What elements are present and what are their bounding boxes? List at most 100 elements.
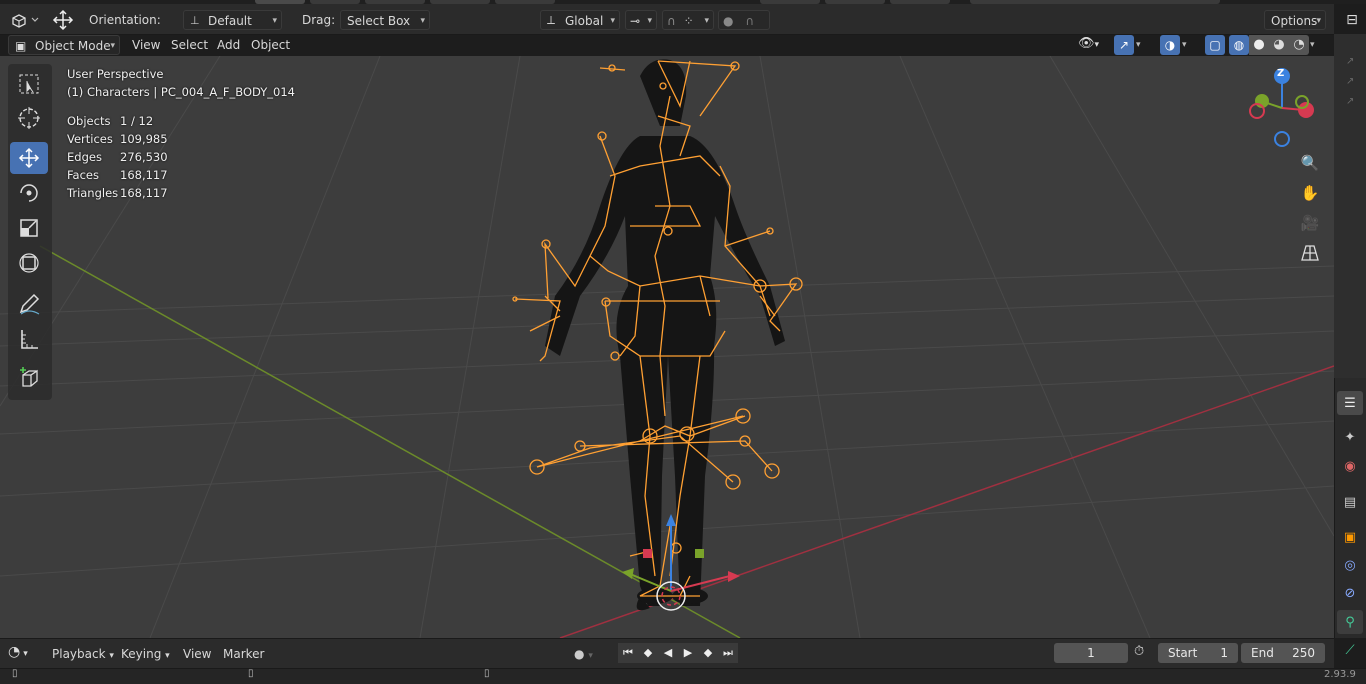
start-frame-field[interactable]: Start 1 — [1158, 643, 1238, 663]
properties-tab-tool[interactable]: ☰ — [1337, 391, 1363, 415]
options-dropdown[interactable]: Options ▾ — [1264, 10, 1326, 30]
menu-add[interactable]: Add — [211, 35, 246, 55]
move-arrows-icon — [52, 9, 74, 31]
proportional-editing-group[interactable]: ● ∩ — [718, 10, 770, 30]
properties-tab-world[interactable]: ◉ — [1337, 454, 1363, 478]
properties-editor-type-icon[interactable]: ⊟ — [1340, 8, 1364, 32]
tool-transform[interactable] — [10, 247, 48, 279]
editor-type-button[interactable] — [8, 10, 40, 30]
properties-tab-constraints[interactable]: ⊘ — [1337, 581, 1363, 605]
prev-keyframe-button[interactable]: ◆ — [638, 643, 658, 663]
scene-selector[interactable] — [970, 0, 1220, 4]
pivot-point-dropdown[interactable]: ⊸ ▾ — [625, 10, 657, 30]
end-frame-field[interactable]: End 250 — [1241, 643, 1325, 663]
end-frame-label: End — [1251, 646, 1274, 660]
properties-tab-armature[interactable]: ⚲ — [1337, 610, 1363, 634]
prev-keyframe-icon: ◆ — [643, 646, 653, 659]
chevron-down-icon: ▾ — [272, 16, 277, 26]
workspace-tab[interactable] — [825, 0, 885, 4]
properties-tab-physics[interactable]: ◎ — [1337, 553, 1363, 577]
tool-move[interactable] — [10, 142, 48, 174]
shading-dropdown[interactable]: ▾ — [1310, 36, 1324, 54]
tool-measure[interactable] — [10, 323, 48, 355]
gizmo-toggle-button[interactable]: ↗ — [1114, 35, 1134, 55]
play-reverse-button[interactable]: ◀ — [658, 643, 678, 663]
snap-dropdown[interactable]: ∩ ⁘ ▾ — [662, 10, 714, 30]
workspace-tab[interactable] — [365, 0, 425, 4]
pan-view-button[interactable]: ✋ — [1296, 179, 1324, 207]
shading-solid-button[interactable]: ● — [1249, 35, 1269, 55]
overlays-toggle-button[interactable]: ◑ — [1160, 35, 1180, 55]
properties-tab-render[interactable]: ✦ — [1337, 425, 1363, 449]
xray-toggle-button[interactable]: ▢ — [1205, 35, 1225, 55]
timeline-editor-type-button[interactable]: ◔ ▾ — [8, 644, 40, 664]
timeline-menu-keying[interactable]: Keying ▾ — [115, 644, 176, 664]
stat-vertices-value: 109,985 — [120, 132, 168, 146]
render-icon: ✦ — [1344, 429, 1356, 445]
properties-tab-object[interactable]: ▣ — [1337, 525, 1363, 549]
zoom-magnifier-icon: 🔍 — [1300, 154, 1320, 172]
properties-tab-collection[interactable]: ▤ — [1337, 490, 1363, 514]
rotate-icon — [20, 184, 38, 202]
workspace-tab[interactable] — [310, 0, 360, 4]
3d-viewport[interactable] — [0, 56, 1334, 638]
next-keyframe-button[interactable]: ◆ — [698, 643, 718, 663]
mouse-middle-icon: ▯ — [248, 668, 254, 679]
tool-settings-icon: ☰ — [1344, 395, 1356, 411]
tool-scale[interactable] — [10, 212, 48, 244]
zoom-view-button[interactable]: 🔍 — [1296, 149, 1324, 177]
drag-dropdown[interactable]: Select Box ▾ — [340, 10, 430, 30]
orientation-axis-icon: ⊥ — [190, 14, 200, 27]
outliner-arrow-icon[interactable]: ↗ — [1346, 96, 1354, 107]
menu-select[interactable]: Select — [165, 35, 214, 55]
auto-keying-toggle[interactable]: ● ▾ — [574, 644, 610, 664]
xray-icon: ▢ — [1209, 38, 1221, 52]
timeline-menu-view[interactable]: View — [177, 644, 217, 664]
menu-view[interactable]: View — [126, 35, 166, 55]
outliner-arrow-icon[interactable]: ↗ — [1346, 56, 1354, 67]
chevron-down-icon: ▾ — [1136, 40, 1141, 50]
shading-wireframe-button[interactable]: ◍ — [1229, 35, 1249, 55]
gizmo-dropdown[interactable]: ▾ — [1136, 36, 1150, 54]
workspace-tab[interactable] — [495, 0, 555, 4]
tool-rotate[interactable] — [10, 177, 48, 209]
chevron-down-icon: ▾ — [588, 651, 593, 661]
transform-orientation-dropdown[interactable]: ⟂ Global ▾ — [540, 10, 620, 30]
workspace-tab[interactable] — [760, 0, 820, 4]
timeline-menu-marker[interactable]: Marker — [217, 644, 270, 664]
navigation-gizmo[interactable]: Z — [1240, 64, 1324, 150]
workspace-tab[interactable] — [430, 0, 490, 4]
interaction-mode-dropdown[interactable]: ▣ Object Mode ▾ — [8, 35, 120, 55]
jump-start-button[interactable]: ⏮ — [618, 643, 638, 663]
playback-label: Playback — [52, 647, 106, 661]
tool-select-box[interactable] — [10, 68, 48, 100]
camera-view-button[interactable]: 🎥 — [1296, 209, 1324, 237]
rendered-sphere-icon: ◔ — [1293, 37, 1305, 52]
orientation-dropdown[interactable]: ⊥ Default ▾ — [183, 10, 282, 30]
solid-sphere-icon: ● — [1253, 37, 1265, 52]
outliner-arrow-icon[interactable]: ↗ — [1346, 76, 1354, 87]
transform-pivot-icon[interactable] — [50, 8, 76, 32]
global-axis-icon: ⟂ — [547, 13, 556, 27]
preview-range-toggle[interactable]: ⏱ — [1134, 644, 1154, 664]
object-visibility-dropdown[interactable]: 👁▾ — [1078, 36, 1110, 54]
jump-end-button[interactable]: ⏭ — [718, 643, 738, 663]
transform-icon — [19, 253, 39, 273]
tool-add-cube[interactable] — [10, 362, 48, 394]
current-frame-field[interactable]: 1 — [1054, 643, 1128, 663]
workspace-tab-active[interactable] — [255, 0, 305, 4]
workspace-tab[interactable] — [890, 0, 950, 4]
add-cube-icon — [20, 367, 38, 387]
tool-annotate[interactable] — [10, 288, 48, 320]
properties-tab-bone[interactable]: ⟋ — [1337, 638, 1363, 662]
play-icon: ▶ — [683, 646, 693, 659]
overlays-dropdown[interactable]: ▾ — [1182, 36, 1196, 54]
shading-material-button[interactable]: ◕ — [1269, 35, 1289, 55]
play-button[interactable]: ▶ — [678, 643, 698, 663]
shading-rendered-button[interactable]: ◔ — [1289, 35, 1309, 55]
tool-cursor[interactable] — [10, 102, 48, 134]
menu-object[interactable]: Object — [245, 35, 296, 55]
toggle-perspective-button[interactable] — [1296, 239, 1324, 267]
keying-label: Keying — [121, 647, 162, 661]
timeline-menu-playback[interactable]: Playback ▾ — [46, 644, 120, 664]
